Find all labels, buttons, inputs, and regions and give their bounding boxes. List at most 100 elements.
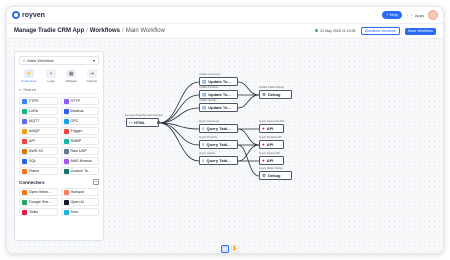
connector-tile[interactable]: Xero — [60, 208, 99, 216]
workflow-select[interactable]: ⌂ Main Workflow ▾ — [19, 56, 99, 65]
breadcrumb: Manage Tradie CRM App / Workflows / Main Wor… — [14, 28, 165, 34]
node-tile[interactable]: FTPS — [19, 97, 58, 105]
search-icon: ⌕ — [19, 87, 22, 92]
node-tile[interactable]: Modbus — [60, 107, 99, 115]
node-tile[interactable]: Flame — [19, 167, 58, 175]
node-type-icon — [22, 138, 27, 144]
update-customers-node[interactable]: ▤ Update To... — [199, 77, 238, 86]
help-button[interactable]: ? Help — [382, 11, 402, 19]
node-type-icon — [22, 209, 27, 215]
node-type-icon — [63, 138, 69, 144]
connector-grid: Open Weat... Hubspot Google She... Open AI T… — [19, 188, 99, 216]
outputs-icon: ⇥ — [86, 69, 97, 78]
debug-update-node[interactable]: ⚙ Debug — [259, 90, 292, 99]
node-library-panel: ⌂ Main Workflow ▾ ⚡ Connectors ⑂ Logic ▦ Wi… — [14, 51, 104, 241]
node-tile[interactable]: LoRa — [19, 107, 58, 115]
query-products-node[interactable]: ⌕ Query Tabl... — [199, 140, 238, 149]
debug-query-node[interactable]: ⚙ Debug — [259, 171, 292, 180]
workflow-versions-button[interactable]: Workflow Versions — [360, 27, 400, 35]
node-caption: Update Tables Debug — [259, 86, 284, 89]
connector-tile[interactable]: Open AI — [60, 198, 99, 206]
html-node[interactable]: ‹› HTML — [126, 118, 160, 127]
timestamp-text: 23 May 2025 11:19:35 — [320, 29, 356, 33]
canvas-toolbar: ⬚ ✋ — [221, 245, 239, 253]
node-tile[interactable]: AWS S3 — [19, 147, 58, 155]
query-customers-node[interactable]: ⌕ Query Tabl... — [199, 124, 238, 133]
plug-icon: ⚡ — [23, 69, 34, 78]
node-caption: Query Customers API — [259, 120, 285, 123]
table-icon: ▤ — [202, 104, 207, 110]
update-quotes-node[interactable]: ▤ Update To... — [199, 103, 238, 112]
breadcrumb-workflows[interactable]: Workflows — [90, 28, 120, 34]
node-tile[interactable]: MQTT — [19, 117, 58, 125]
tab-connectors[interactable]: ⚡ Connectors — [21, 69, 36, 83]
select-icon: ⬚ — [222, 246, 228, 252]
tab-label: Widgets — [65, 79, 77, 83]
tab-outputs[interactable]: ⇥ Outputs — [86, 69, 97, 83]
save-workflow-button[interactable]: Save Workflow — [404, 27, 436, 35]
tile-label: Modbus — [70, 109, 84, 113]
tile-label: AWS S3 — [29, 149, 43, 153]
connector-tile[interactable]: Google She... — [19, 198, 58, 206]
node-tile[interactable]: SNMP — [60, 137, 99, 145]
node-tile[interactable]: HTTP — [60, 97, 99, 105]
node-type-icon — [63, 158, 69, 164]
node-tile[interactable]: Raw UDP — [60, 147, 99, 155]
node-tile[interactable]: AMQP — [19, 127, 58, 135]
node-label: API — [266, 158, 274, 163]
workflow-canvas[interactable]: ⌂ Main Workflow ▾ ⚡ Connectors ⑂ Logic ▦ Wi… — [7, 39, 443, 253]
title-bar: Manage Tradie CRM App / Workflows / Main Wor… — [7, 24, 443, 39]
node-label: API — [266, 142, 274, 147]
connector-tile[interactable]: Open Weat... — [19, 188, 58, 196]
apps-menu[interactable]: ⋮⋮ Apps — [406, 13, 424, 18]
node-type-icon — [22, 189, 27, 195]
node-caption: Update Products — [199, 86, 219, 89]
connector-tile[interactable]: Hubspot — [60, 188, 99, 196]
api-customers-node[interactable]: ● API — [259, 124, 284, 133]
search-input[interactable]: ⌕ Search — [19, 87, 99, 94]
widgets-icon: ▦ — [66, 69, 77, 78]
node-caption: Get Apps Data Box with Services — [125, 114, 164, 117]
logo-icon — [12, 11, 20, 19]
api-quotes-node[interactable]: ● API — [259, 156, 284, 165]
debug-icon: ⚙ — [262, 91, 267, 97]
tile-label: Google She... — [29, 200, 52, 204]
update-products-node[interactable]: ▤ Update To... — [199, 90, 238, 99]
tile-label: LoRa — [29, 109, 38, 113]
brand-logo[interactable]: royven — [12, 11, 45, 19]
connectors-title: Connectors — [19, 179, 45, 185]
node-tile[interactable]: OPC — [60, 117, 99, 125]
node-tile[interactable]: Trigger — [60, 127, 99, 135]
avatar[interactable] — [428, 10, 438, 20]
node-label: Update To... — [208, 105, 231, 110]
output-port[interactable] — [157, 121, 160, 124]
tile-label: Hubspot — [70, 190, 85, 194]
node-tile[interactable]: AWS Kinesis — [60, 157, 99, 165]
saved-timestamp: 23 May 2025 11:19:35 — [315, 29, 356, 33]
search-icon: ⌕ — [202, 158, 205, 163]
node-tile[interactable]: API — [19, 137, 58, 145]
node-tile[interactable]: SQL — [19, 157, 58, 165]
select-tool-button[interactable]: ⬚ — [221, 245, 229, 253]
add-connector-button[interactable]: + — [93, 179, 99, 185]
node-type-icon — [22, 148, 27, 154]
pan-tool-button[interactable]: ✋ — [231, 245, 239, 253]
tile-label: SQL — [29, 159, 37, 163]
node-tile[interactable]: Custom To... — [60, 167, 99, 175]
code-icon: ‹› — [129, 120, 132, 125]
node-label: Query Tabl... — [206, 142, 231, 147]
breadcrumb-separator: / — [122, 28, 124, 34]
tab-label: Connectors — [21, 79, 37, 83]
query-quotes-node[interactable]: ⌕ Query Tabl... — [199, 156, 238, 165]
node-label: Debug — [268, 92, 281, 97]
tile-label: API — [29, 139, 35, 143]
api-products-node[interactable]: ● API — [259, 140, 284, 149]
connector-tile[interactable]: Twilio — [19, 208, 58, 216]
tab-logic[interactable]: ⑂ Logic — [46, 69, 57, 83]
node-type-icon — [63, 148, 69, 154]
tile-label: AMQP — [29, 129, 40, 133]
breadcrumb-app[interactable]: Manage Tradie CRM App — [14, 28, 84, 34]
node-grid: FTPS HTTP LoRa Modbus MQTT OPC AMQP Trigger API S… — [19, 97, 99, 175]
node-caption: Update Customers — [199, 73, 221, 76]
tab-widgets[interactable]: ▦ Widgets — [66, 69, 77, 83]
